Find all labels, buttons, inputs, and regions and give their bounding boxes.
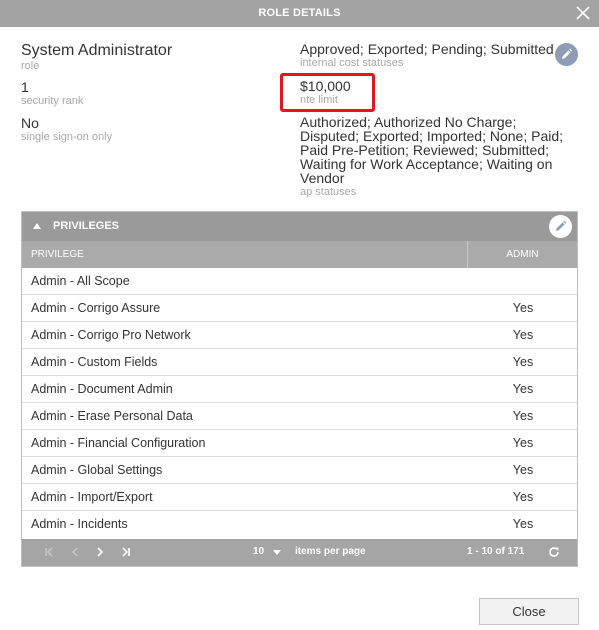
items-per-page-label: items per page (295, 546, 366, 557)
pager: 10 items per page 1 - 10 of 171 (22, 539, 577, 566)
privilege-cell: Admin - All Scope (31, 274, 130, 288)
ap-statuses-line-1: Authorized; Authorized No Charge; (300, 114, 517, 130)
table-row[interactable]: Admin - Erase Personal Data Yes (22, 403, 577, 430)
privilege-column-header[interactable]: PRIVILEGE (31, 249, 84, 260)
ap-statuses-field: Authorized; Authorized No Charge; Disput… (300, 115, 563, 199)
pencil-icon (556, 220, 567, 231)
close-icon[interactable] (574, 4, 592, 22)
page-size-select[interactable]: 10 (253, 546, 264, 557)
role-field: System Administrator role (21, 42, 172, 73)
table-row[interactable]: Admin - Global Settings Yes (22, 457, 577, 484)
sso-label: single sign-on only (21, 131, 113, 143)
chevron-down-icon[interactable] (273, 550, 281, 555)
edit-privileges-button[interactable] (549, 215, 572, 238)
table-row[interactable]: Admin - Import/Export Yes (22, 484, 577, 511)
security-rank-value: 1 (21, 79, 29, 95)
security-rank-label: security rank (21, 95, 84, 107)
privilege-cell: Admin - Document Admin (31, 382, 173, 396)
admin-cell: Yes (512, 355, 534, 369)
close-button[interactable]: Close (479, 598, 579, 625)
table-row[interactable]: Admin - Custom Fields Yes (22, 349, 577, 376)
ap-statuses-line-4: Waiting for Work Acceptance; Waiting on (300, 156, 553, 172)
admin-cell: Yes (512, 382, 534, 396)
ap-statuses-line-2: Disputed; Exported; Imported; None; Paid… (300, 128, 564, 144)
ap-statuses-line-5: Vendor (300, 170, 345, 186)
dialog-titlebar: ROLE DETAILS (0, 0, 599, 27)
admin-column-header[interactable]: ADMIN (468, 249, 577, 260)
internal-cost-statuses-field: Approved; Exported; Pending; Submitted i… (300, 42, 554, 70)
admin-cell: Yes (512, 517, 534, 531)
admin-cell: Yes (512, 409, 534, 423)
privilege-cell: Admin - Corrigo Assure (31, 301, 161, 315)
privilege-cell: Admin - Erase Personal Data (31, 409, 193, 423)
table-row[interactable]: Admin - All Scope (22, 268, 577, 295)
ap-statuses-label: ap statuses (300, 186, 357, 198)
admin-cell: Yes (512, 301, 534, 315)
pencil-icon (562, 48, 573, 59)
privileges-column-header: PRIVILEGE ADMIN (22, 241, 577, 268)
nte-limit-highlight-box (280, 73, 375, 112)
table-row[interactable]: Admin - Financial Configuration Yes (22, 430, 577, 457)
privileges-header[interactable]: PRIVILEGES (22, 212, 577, 241)
last-page-icon[interactable] (119, 545, 133, 559)
table-row[interactable]: Admin - Incidents Yes (22, 511, 577, 538)
refresh-icon[interactable] (547, 545, 561, 559)
internal-cost-statuses-label: internal cost statuses (300, 57, 404, 69)
privileges-rows: Admin - All Scope Admin - Corrigo Assure… (22, 268, 577, 538)
privilege-cell: Admin - Incidents (31, 517, 128, 531)
admin-cell: Yes (512, 436, 534, 450)
table-row[interactable]: Admin - Corrigo Assure Yes (22, 295, 577, 322)
role-label: role (21, 60, 40, 72)
admin-cell: Yes (512, 328, 534, 342)
privilege-cell: Admin - Financial Configuration (31, 436, 206, 450)
sso-field: No single sign-on only (21, 116, 112, 144)
edit-details-button[interactable] (555, 43, 578, 66)
pager-range: 1 - 10 of 171 (467, 546, 525, 557)
security-rank-field: 1 security rank (21, 80, 83, 108)
first-page-icon[interactable] (42, 545, 56, 559)
next-page-icon[interactable] (93, 545, 107, 559)
privilege-cell: Admin - Custom Fields (31, 355, 158, 369)
privileges-panel: PRIVILEGES PRIVILEGE ADMIN Admin - All S… (21, 211, 578, 567)
table-row[interactable]: Admin - Corrigo Pro Network Yes (22, 322, 577, 349)
ap-statuses-line-3: Paid Pre-Petition; Reviewed; Submitted; (300, 142, 550, 158)
privilege-cell: Admin - Corrigo Pro Network (31, 328, 191, 342)
triangle-up-icon[interactable] (33, 223, 41, 229)
table-row[interactable]: Admin - Document Admin Yes (22, 376, 577, 403)
privilege-cell: Admin - Global Settings (31, 463, 163, 477)
admin-cell: Yes (512, 490, 534, 504)
sso-value: No (21, 115, 39, 131)
prev-page-icon[interactable] (68, 545, 82, 559)
privilege-cell: Admin - Import/Export (31, 490, 153, 504)
role-value: System Administrator (21, 42, 173, 59)
admin-cell: Yes (512, 463, 534, 477)
dialog-title: ROLE DETAILS (258, 7, 341, 19)
internal-cost-statuses-value: Approved; Exported; Pending; Submitted (300, 41, 554, 57)
privileges-title: PRIVILEGES (53, 220, 120, 232)
